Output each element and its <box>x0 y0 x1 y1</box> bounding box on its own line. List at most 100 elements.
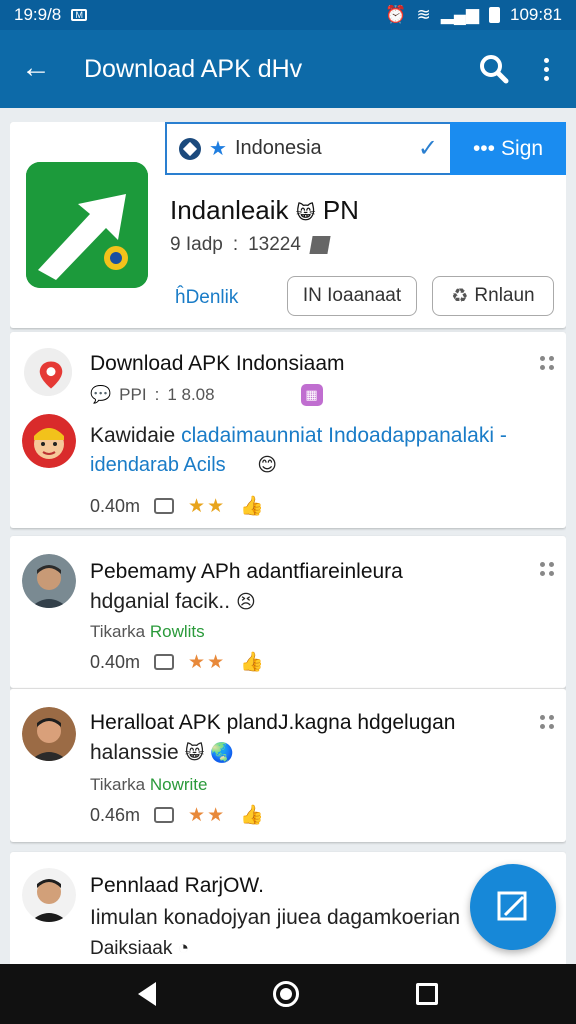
install-button[interactable]: IN Ioaanaat <box>287 276 417 316</box>
post-time: 0.40m <box>90 495 141 516</box>
app-name: Indanleaik 😸 PN <box>170 195 359 226</box>
post-title: Pennlaad RarjOW. <box>90 874 264 897</box>
app-name-text: Indanleaik <box>170 195 289 225</box>
post-card[interactable]: Pebemamy APh adantfiareinleura hdganial … <box>10 536 566 688</box>
dash-icon: - <box>499 424 507 447</box>
app-meta-right: 13224 <box>248 234 301 255</box>
restore-button[interactable]: ♻ Rnlaun <box>432 276 554 316</box>
post-subtitle-text: hdganial facik.. <box>90 590 231 613</box>
signal-icon: ▂▄▆ <box>440 5 479 24</box>
post-title: Heralloat APK plandJ.kagna hdgelugan <box>90 711 456 734</box>
post-meta-left: PPI <box>119 385 147 404</box>
nav-recents-icon[interactable] <box>415 983 438 1005</box>
post-source: Daiksiaak ◔ <box>90 938 189 960</box>
post-subtitle-line2: idendarab Acils 😊 <box>90 454 277 477</box>
status-left: 19:9/8 M <box>14 5 88 25</box>
repost-icon[interactable] <box>154 807 175 823</box>
country-row: ★ Indonesia ✓ ••• Sign <box>165 122 566 175</box>
post-meta: 💬 PPI : 1 8.08 ▦ <box>90 384 323 406</box>
pin-avatar <box>24 348 72 396</box>
signin-button[interactable]: ••• Sign <box>450 122 566 175</box>
avatar <box>22 414 76 468</box>
repost-icon[interactable] <box>154 654 175 670</box>
post-subtitle: halanssie 😸 🌏 <box>90 741 234 765</box>
post-subtitle: hdganial facik.. 😣 <box>90 590 256 614</box>
nav-back-icon[interactable] <box>138 982 157 1006</box>
check-icon: ✓ <box>417 135 438 162</box>
post-source-right[interactable]: Rowlits <box>150 622 205 641</box>
smile-icon: 😊 <box>257 455 278 476</box>
status-time-left: 19:9/8 <box>14 5 62 24</box>
page-title: Download APK dHv <box>84 54 303 83</box>
content-area: ★ Indonesia ✓ ••• Sign Indanleaik 😸 PN 9… <box>10 122 566 964</box>
post-meta-right: 1 8.08 <box>167 385 215 404</box>
app-logo[interactable] <box>26 162 148 288</box>
edit-icon <box>497 891 527 921</box>
meta-separator: : <box>232 234 239 255</box>
post-subtitle-dark: Kawidaie <box>90 424 176 447</box>
post-source: Tikarka Rowlits <box>90 622 205 642</box>
status-time-right: 109:81 <box>510 5 562 24</box>
app-link[interactable]: ĥDenlik <box>175 287 238 309</box>
globe-icon: 🌏 <box>210 743 234 764</box>
app-bar: ← Download APK dHv <box>0 30 576 108</box>
rating-stars: ★★ <box>188 651 227 673</box>
alarm-icon: ⏰ <box>385 5 407 24</box>
grid-menu-icon[interactable] <box>540 356 554 370</box>
app-card: ★ Indonesia ✓ ••• Sign Indanleaik 😸 PN 9… <box>10 122 566 328</box>
post-stats: 0.46m ★★ 👍 <box>90 803 264 827</box>
clock-icon: ◔ <box>177 938 190 959</box>
post-stats: 0.40m ★★ 👍 <box>90 650 264 674</box>
post-subtitle-link[interactable]: cladaimaunniat Indoadappanalaki <box>181 424 494 447</box>
rating-stars: ★★ <box>188 804 227 826</box>
post-time: 0.40m <box>90 651 141 672</box>
post-subtitle: Kawidaie cladaimaunniat Indoadappanalaki… <box>90 424 507 448</box>
grid-menu-icon[interactable] <box>540 715 554 729</box>
repost-icon[interactable] <box>154 498 175 514</box>
post-card[interactable]: Download APK Indonsiaam 💬 PPI : 1 8.08 ▦… <box>10 332 566 528</box>
grid-menu-icon[interactable] <box>540 562 554 576</box>
avatar <box>22 707 76 761</box>
country-label: Indonesia <box>234 137 322 159</box>
emoji-icon: 😸 <box>295 203 316 224</box>
emoji-icon: 😸 <box>184 743 205 764</box>
post-card[interactable]: Heralloat APK plandJ.kagna hdgelugan hal… <box>10 688 566 842</box>
wifi-icon: ≋ <box>416 5 431 24</box>
nav-home-icon[interactable] <box>272 981 299 1007</box>
back-arrow-icon[interactable]: ← <box>18 51 54 87</box>
star-icon: ★ <box>209 138 227 160</box>
sim-icon: M <box>71 9 88 21</box>
battery-icon <box>489 7 500 23</box>
status-right: ⏰ ≋ ▂▄▆ 109:81 <box>385 5 562 25</box>
search-icon[interactable] <box>474 49 514 89</box>
post-stats: 0.40m ★★ 👍 <box>90 494 264 518</box>
compose-fab-button[interactable] <box>470 864 556 950</box>
like-icon[interactable]: 👍 <box>240 803 264 827</box>
avatar <box>22 868 76 922</box>
recycle-icon: ♻ <box>451 285 469 307</box>
country-selector[interactable]: ★ Indonesia ✓ <box>165 122 450 175</box>
like-icon[interactable]: 👍 <box>240 494 264 518</box>
post-subtitle-text: halanssie <box>90 741 179 764</box>
flag-icon <box>309 236 331 254</box>
post-source-left: Tikarka <box>90 775 146 794</box>
more-vert-icon[interactable] <box>536 49 556 89</box>
chat-icon: 💬 <box>90 385 112 404</box>
restore-label: Rnlaun <box>474 285 535 306</box>
app-meta-left: 9 Iadp <box>170 234 223 255</box>
post-title: Pebemamy APh adantfiareinleura <box>90 560 403 583</box>
like-icon[interactable]: 👍 <box>240 650 264 674</box>
app-meta: 9 Iadp : 13224 <box>170 234 331 256</box>
post-title: Download APK Indonsiaam <box>90 352 345 375</box>
signin-label: Sign <box>501 136 544 160</box>
post-source-left: Tikarka <box>90 622 146 641</box>
status-bar: 19:9/8 M ⏰ ≋ ▂▄▆ 109:81 <box>0 0 576 30</box>
post-subtitle-line2-text[interactable]: idendarab Acils <box>90 454 226 476</box>
emoji-icon: 😣 <box>235 592 256 613</box>
system-nav-bar <box>0 964 576 1024</box>
post-subtitle: Iimulan konadojyan jiuea dagamkoerian <box>90 906 461 929</box>
post-source-right[interactable]: Nowrite <box>150 775 208 794</box>
app-name-suffix: PN <box>322 195 359 225</box>
post-source-left: Daiksiaak <box>90 938 173 959</box>
rating-stars: ★★ <box>188 495 227 517</box>
